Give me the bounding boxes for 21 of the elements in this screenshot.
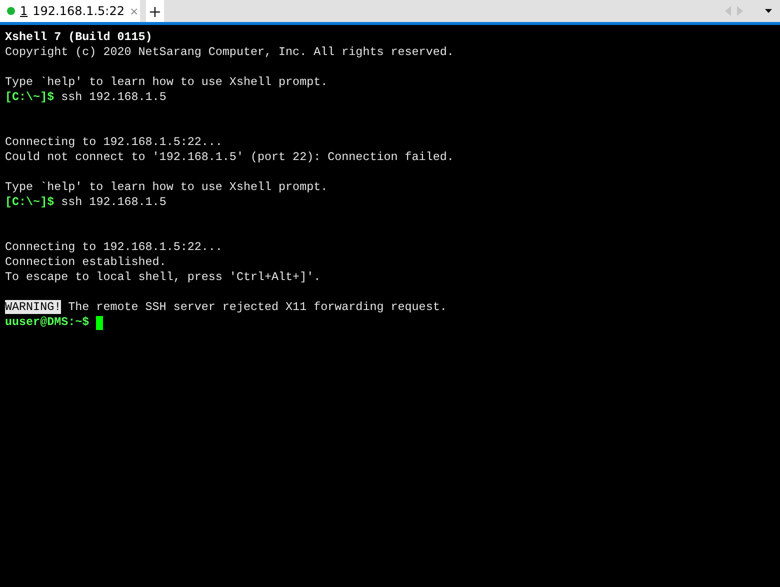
terminal-line: Xshell 7 (Build 0115): [5, 30, 152, 45]
terminal-line: Could not connect to '192.168.1.5' (port 22): Connection failed.: [5, 150, 454, 165]
tab-number: 1: [20, 4, 28, 18]
scroll-right-icon[interactable]: [737, 6, 743, 16]
terminal-line: Connecting to 192.168.1.5:22...: [5, 135, 222, 150]
terminal-line: To escape to local shell, press 'Ctrl+Alt+]'.: [5, 270, 321, 285]
terminal-line: Connection established.: [5, 255, 166, 270]
terminal-line: Copyright (c) 2020 NetSarang Computer, Inc. All rights reserved.: [5, 45, 454, 60]
terminal-line: [C:\~]$ ssh 192.168.1.5: [5, 195, 166, 210]
new-tab-button[interactable]: +: [146, 0, 164, 22]
terminal-line: WARNING! The remote SSH server rejected X11 forwarding request.: [5, 300, 447, 315]
terminal-line: Type `help' to learn how to use Xshell prompt.: [5, 75, 328, 90]
dropdown-icon[interactable]: [765, 9, 772, 13]
session-tab[interactable]: 1 192.168.1.5:22 ×: [0, 0, 140, 22]
terminal-line: [C:\~]$ ssh 192.168.1.5: [5, 90, 166, 105]
terminal-line: uuser@DMS:~$: [5, 315, 90, 330]
terminal-line: Type `help' to learn how to use Xshell prompt.: [5, 180, 328, 195]
terminal-line: Connecting to 192.168.1.5:22...: [5, 240, 222, 255]
tab-label: 192.168.1.5:22: [32, 4, 124, 18]
scroll-left-icon[interactable]: [725, 6, 731, 16]
close-icon[interactable]: ×: [129, 4, 139, 18]
